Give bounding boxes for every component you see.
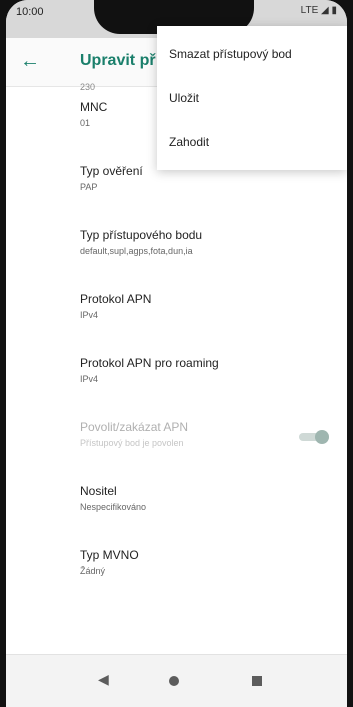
setting-value: Žádný [80, 566, 106, 576]
menu-item-discard[interactable]: Zahodit [157, 120, 347, 164]
setting-title: Protokol APN pro roaming [80, 356, 219, 370]
setting-apn-protocol[interactable]: Protokol APN IPv4 [6, 278, 347, 342]
setting-mvno-type[interactable]: Typ MVNO Žádný [6, 534, 347, 598]
nav-back-icon[interactable]: ◀ [98, 671, 109, 688]
setting-roaming-protocol[interactable]: Protokol APN pro roaming IPv4 [6, 342, 347, 406]
setting-title: Typ MVNO [80, 548, 139, 562]
overflow-menu: Smazat přístupový bod Uložit Zahodit [157, 26, 347, 170]
setting-value: default,supl,agps,fota,dun,ia [80, 246, 193, 256]
setting-value: Přístupový bod je povolen [80, 438, 184, 448]
screen: 10:00 LTE ◢ ▮ ← Upravit př 230 MNC 01 Ty… [6, 0, 347, 707]
status-time: 10:00 [16, 6, 44, 18]
nav-home-icon[interactable] [169, 676, 179, 686]
setting-bearer[interactable]: Nositel Nespecifikováno [6, 470, 347, 534]
setting-title: Typ přístupového bodu [80, 228, 203, 242]
signal-battery-icon: LTE ◢ ▮ [300, 5, 337, 16]
setting-apn-enable: Povolit/zakázat APN Přístupový bod je po… [6, 406, 347, 470]
setting-apn-type[interactable]: Typ přístupového bodu default,supl,agps,… [6, 214, 347, 278]
setting-title: Povolit/zakázat APN [80, 420, 189, 434]
setting-value: PAP [80, 182, 98, 192]
menu-item-save[interactable]: Uložit [157, 76, 347, 120]
menu-item-delete-apn[interactable]: Smazat přístupový bod [157, 32, 347, 76]
phone-frame: 10:00 LTE ◢ ▮ ← Upravit př 230 MNC 01 Ty… [0, 0, 353, 707]
setting-title: MNC [80, 100, 108, 114]
page-title: Upravit př [80, 52, 156, 69]
toggle-thumb [315, 430, 329, 444]
setting-title: Typ ověření [80, 164, 143, 178]
setting-value: 01 [80, 118, 91, 128]
setting-title: Protokol APN [80, 292, 152, 306]
nav-recents-icon[interactable] [252, 676, 262, 686]
setting-value: IPv4 [80, 310, 99, 320]
setting-value: IPv4 [80, 374, 99, 384]
apn-toggle-switch [299, 430, 329, 444]
setting-value: Nespecifikováno [80, 502, 147, 512]
setting-title: Nositel [80, 484, 117, 498]
navigation-bar: ◀ [6, 654, 347, 707]
back-arrow-icon[interactable]: ← [20, 50, 40, 73]
